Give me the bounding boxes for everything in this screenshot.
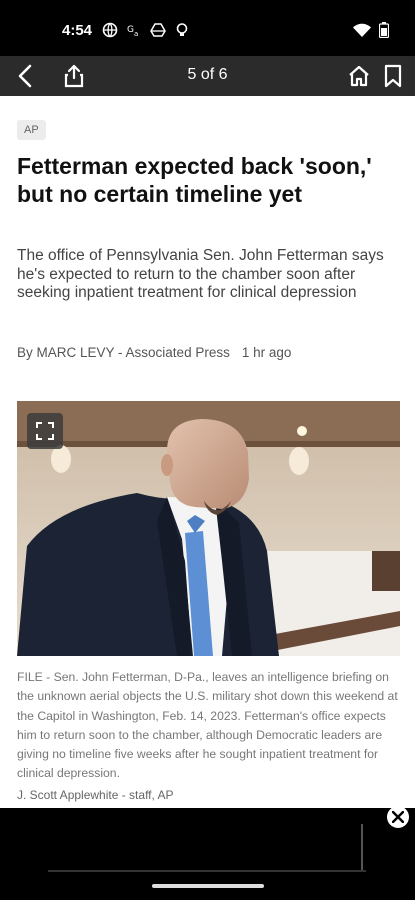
ad-divider	[361, 824, 363, 870]
wifi-icon	[353, 23, 371, 42]
battery-icon	[378, 22, 390, 43]
byline: By MARC LEVY - Associated Press 1 hr ago	[17, 345, 291, 360]
bookmark-button[interactable]	[377, 60, 409, 92]
article-view[interactable]: AP Fetterman expected back 'soon,' but n…	[0, 96, 415, 808]
svg-text:a: a	[134, 30, 138, 38]
source-badge: AP	[17, 120, 46, 140]
translate-icon: Ga	[126, 22, 142, 38]
svg-text:G: G	[127, 25, 134, 35]
globe-icon	[102, 22, 118, 38]
ad-frame-edge	[48, 870, 366, 872]
close-ad-button[interactable]	[387, 806, 409, 828]
photo-credit: J. Scott Applewhite - staff, AP	[17, 788, 174, 802]
byline-author: By MARC LEVY - Associated Press	[17, 345, 230, 360]
lightbulb-icon	[174, 22, 190, 38]
home-icon	[349, 65, 369, 87]
close-icon	[392, 811, 404, 823]
byline-time: 1 hr ago	[241, 345, 292, 360]
drive-icon	[150, 22, 166, 38]
status-time: 4:54	[62, 22, 93, 39]
article-photo[interactable]	[17, 401, 400, 656]
article-headline: Fetterman expected back 'soon,' but no c…	[17, 153, 372, 207]
app-toolbar: 5 of 6	[0, 56, 415, 96]
article-summary: The office of Pennsylvania Sen. John Fet…	[17, 247, 384, 301]
fullscreen-icon	[36, 422, 54, 440]
ad-banner[interactable]	[0, 806, 415, 900]
status-bar: 4:54 Ga	[0, 0, 415, 56]
home-indicator[interactable]	[152, 884, 264, 888]
photo-illustration	[17, 401, 400, 656]
status-icons-left: Ga	[102, 22, 190, 38]
home-button[interactable]	[343, 60, 375, 92]
photo-caption: FILE - Sen. John Fetterman, D-Pa., leave…	[17, 670, 398, 781]
expand-photo-button[interactable]	[27, 413, 63, 449]
status-icons-right	[353, 22, 390, 43]
bookmark-icon	[384, 64, 402, 88]
